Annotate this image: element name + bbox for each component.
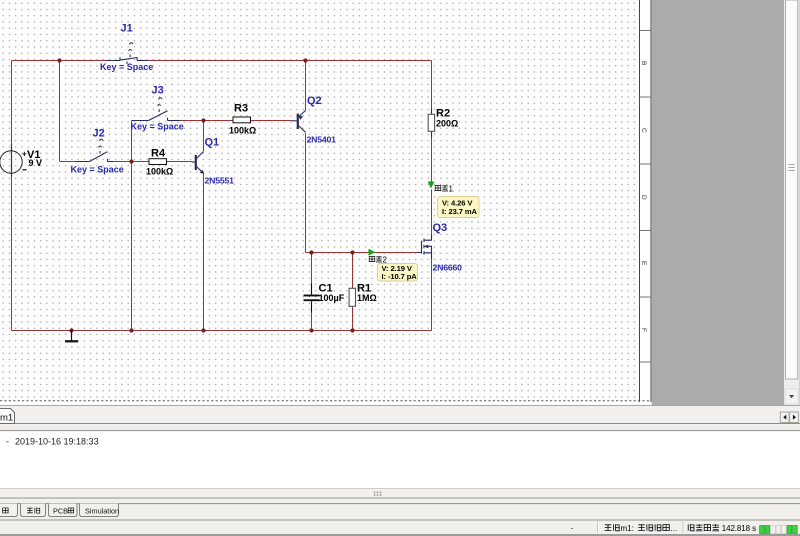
svg-text:C: C [640, 128, 647, 133]
svg-text:2N5551: 2N5551 [205, 176, 235, 186]
svg-text:-: - [6, 437, 9, 447]
svg-text:I: -10.7 pA: I: -10.7 pA [382, 272, 418, 281]
svg-text:Q2: Q2 [307, 95, 322, 107]
svg-text:2N5401: 2N5401 [307, 135, 337, 145]
svg-text:Key = Space: Key = Space [71, 165, 124, 175]
svg-text:I: 23.7 mA: I: 23.7 mA [442, 207, 477, 216]
svg-text:J1: J1 [121, 23, 133, 35]
svg-text:PCB: PCB [53, 507, 68, 516]
svg-text:1MΩ: 1MΩ [357, 293, 377, 303]
svg-text:F: F [640, 328, 647, 332]
svg-text:D: D [640, 195, 647, 200]
svg-text:200Ω: 200Ω [436, 119, 458, 129]
svg-text:B: B [640, 61, 647, 65]
svg-text:Key = Space: Key = Space [100, 62, 153, 72]
svg-text:Key = Space: Key = Space [131, 121, 184, 131]
svg-text:R3: R3 [234, 103, 248, 115]
svg-text:100kΩ: 100kΩ [146, 166, 173, 176]
svg-text:J2: J2 [93, 128, 105, 140]
svg-text:E: E [640, 261, 647, 266]
svg-text:Q3: Q3 [433, 222, 448, 234]
svg-text:...: ... [671, 524, 678, 533]
svg-text:-: - [571, 524, 574, 533]
svg-text:Simulation: Simulation [85, 507, 119, 516]
svg-text:100kΩ: 100kΩ [229, 125, 256, 135]
svg-text:2N6660: 2N6660 [433, 262, 463, 272]
svg-text:J3: J3 [152, 85, 164, 97]
svg-text:9 V: 9 V [29, 158, 43, 168]
svg-text:2: 2 [383, 255, 388, 264]
svg-text:R4: R4 [151, 147, 166, 159]
svg-text:m1: m1 [0, 413, 13, 424]
svg-text:1: 1 [449, 184, 454, 193]
svg-text:100µF: 100µF [319, 293, 345, 303]
svg-text:m1:: m1: [621, 524, 634, 533]
svg-text:2019-10-16 19:18:33: 2019-10-16 19:18:33 [15, 437, 99, 447]
svg-text:: 142.818 s: : 142.818 s [718, 524, 757, 533]
svg-text:Q1: Q1 [205, 137, 220, 149]
